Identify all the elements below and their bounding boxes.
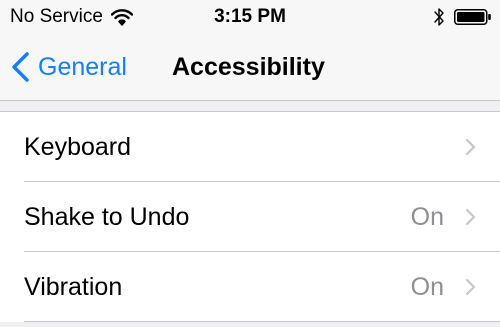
status-time: 3:15 PM xyxy=(214,6,286,27)
settings-list: Keyboard Shake to Undo On Vibration On xyxy=(0,111,500,322)
status-bar: No Service 3:15 PM xyxy=(0,0,500,36)
list-item-label: Shake to Undo xyxy=(24,203,190,231)
list-item-keyboard[interactable]: Keyboard xyxy=(0,112,500,182)
chevron-right-icon xyxy=(465,208,476,226)
chevron-right-icon xyxy=(465,138,476,156)
list-item-value: On xyxy=(410,203,444,231)
battery-icon xyxy=(454,9,491,25)
back-button[interactable]: General xyxy=(10,50,127,84)
page-title: Accessibility xyxy=(172,53,325,81)
list-item-label: Vibration xyxy=(24,273,123,301)
chevron-right-icon xyxy=(465,278,476,296)
list-item-shake-to-undo[interactable]: Shake to Undo On xyxy=(0,182,500,252)
back-button-label: General xyxy=(38,52,127,81)
bluetooth-icon xyxy=(434,8,444,26)
list-item-vibration[interactable]: Vibration On xyxy=(0,252,500,322)
status-right xyxy=(432,6,492,28)
list-item-value: On xyxy=(410,273,444,301)
chevron-left-icon xyxy=(12,52,29,82)
list-item-label: Keyboard xyxy=(24,133,132,161)
navigation-bar: General Accessibility xyxy=(0,36,500,101)
